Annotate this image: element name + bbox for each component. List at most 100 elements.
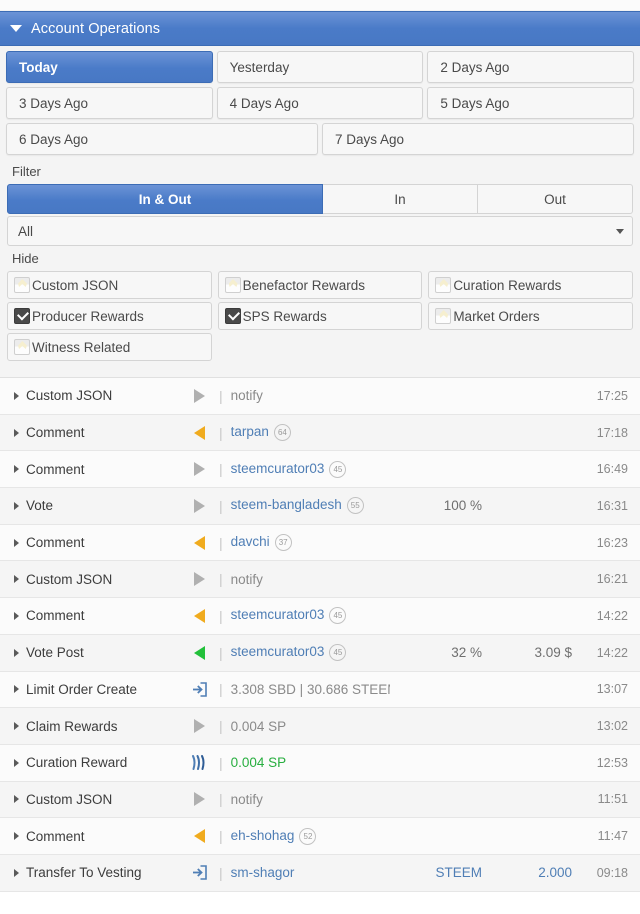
day-button-4-days-ago[interactable]: 4 Days Ago [216,87,424,119]
operation-detail-text: davchi [230,534,270,550]
expand-caret-icon[interactable] [14,428,19,437]
arrow-right-gray-icon [186,462,212,477]
hide-chip-custom-json[interactable]: Custom JSON [7,271,212,299]
expand-caret-icon[interactable] [14,391,19,400]
arrow-right-gray-icon [186,719,212,734]
expand-caret-icon[interactable] [14,868,19,877]
operation-row[interactable]: Claim Rewards | 0.004 SP 13:02 [0,708,640,745]
operation-detail-text: notify [230,571,263,587]
counterparty-name[interactable]: steemcurator03 45 [231,607,390,625]
day-button-yesterday[interactable]: Yesterday [216,51,424,83]
counterparty-name[interactable]: tarpan 64 [231,424,390,442]
operation-row[interactable]: Comment | eh-shohag 52 11:47 [0,818,640,855]
operation-type-label: Transfer To Vesting [26,865,142,881]
hide-chip-label: Producer Rewards [32,308,144,324]
checkbox-checked-icon[interactable] [14,308,30,324]
day-button-label: Yesterday [229,59,290,75]
expand-caret-icon[interactable] [14,501,19,510]
hide-chip-label: Witness Related [32,339,131,355]
counterparty-name[interactable]: steemcurator03 45 [231,644,390,662]
operation-timestamp: 16:49 [596,462,628,477]
checkbox-unchecked-icon[interactable] [14,339,30,355]
direction-filter-out[interactable]: Out [478,184,633,214]
operation-row[interactable]: Vote Post | steemcurator03 45 32 % 3.09 $ 14:2… [0,634,640,672]
day-button-2-days-ago[interactable]: 2 Days Ago [427,51,634,83]
counterparty-name[interactable]: sm-shagor [231,865,390,880]
day-button-7-days-ago[interactable]: 7 Days Ago [322,123,634,155]
direction-filter-group: In & Out In Out [7,184,633,214]
operation-row[interactable]: Custom JSON | notify 17:25 [0,378,640,415]
operation-detail: notify [231,792,390,807]
operation-row[interactable]: Custom JSON | notify 16:21 [0,561,640,599]
operation-detail-text: 0.004 SP [230,755,287,771]
caret-down-icon[interactable] [10,25,22,32]
expand-caret-icon[interactable] [14,795,19,804]
expand-caret-icon[interactable] [14,758,19,767]
login-box-blue-icon [186,681,212,698]
direction-filter-in-out[interactable]: In & Out [7,184,323,214]
counterparty-name[interactable]: davchi 37 [230,534,390,552]
checkbox-unchecked-icon[interactable] [14,277,30,293]
row-separator: | [219,387,223,404]
hide-chip-curation-rewards[interactable]: Curation Rewards [428,271,633,299]
operation-row[interactable]: Comment | steemcurator03 45 16:49 [0,451,640,489]
operation-row[interactable]: Vote | steem-bangladesh 55 100 % 16:31 [0,488,640,525]
page-title: Account Operations [31,20,161,37]
operation-row[interactable]: Limit Order Create | 3.308 SBD | 30.686 ST… [0,671,640,709]
counterparty-name[interactable]: steemcurator03 45 [231,460,390,478]
operation-timestamp: 14:22 [596,645,628,660]
operation-type-label: Comment [26,608,85,624]
expand-caret-icon[interactable] [14,648,19,657]
operation-type-select[interactable]: All [7,216,633,246]
day-button-5-days-ago[interactable]: 5 Days Ago [427,87,634,119]
expand-caret-icon[interactable] [14,832,19,841]
operation-row[interactable]: Comment | tarpan 64 17:18 [0,414,640,452]
expand-caret-icon[interactable] [14,685,19,694]
login-box-blue-icon [186,864,212,881]
operation-timestamp: 09:18 [596,865,628,880]
filter-label: Filter [12,164,41,179]
row-separator: | [219,497,223,514]
checkbox-checked-icon[interactable] [224,308,241,324]
hide-chip-market-orders[interactable]: Market Orders [428,302,633,330]
hide-label: Hide [12,251,39,266]
row-separator: | [219,534,223,551]
hide-chip-sps-rewards[interactable]: SPS Rewards [217,302,423,330]
expand-caret-icon[interactable] [14,538,19,547]
day-button-6-days-ago[interactable]: 6 Days Ago [6,123,318,155]
day-button-3-days-ago[interactable]: 3 Days Ago [6,87,213,119]
operation-value-primary: 100 % [443,498,482,514]
operation-row[interactable]: Comment | davchi 37 16:23 [0,524,640,562]
operation-row[interactable]: Comment | steemcurator03 45 14:22 [0,598,640,635]
counterparty-name[interactable]: steem-bangladesh 55 [231,497,390,515]
operation-detail: 0.004 SP [231,755,390,770]
expand-caret-icon[interactable] [14,465,19,474]
checkbox-unchecked-icon[interactable] [435,308,452,324]
operation-row[interactable]: Transfer To Vesting | sm-shagor STEEM 2.000 0… [0,854,640,892]
hide-chip-witness-related[interactable]: Witness Related [7,333,212,361]
checkbox-unchecked-icon[interactable] [224,277,241,293]
operation-value-secondary: 2.000 [538,865,572,881]
operation-detail-text: eh-shohag [230,827,295,843]
arrow-right-gray-icon [186,792,212,807]
operation-timestamp: 11:51 [597,792,628,807]
section-divider [0,369,640,378]
counterparty-name[interactable]: eh-shohag 52 [230,827,390,845]
expand-caret-icon[interactable] [14,611,19,620]
panel-header[interactable]: Account Operations [0,11,640,46]
operation-type-label: Claim Rewards [26,718,118,734]
direction-filter-label: In & Out [138,191,192,207]
hide-chip-producer-rewards[interactable]: Producer Rewards [7,302,212,330]
controls-section: Today Yesterday 2 Days Ago 3 Days Ago 4 Days… [0,46,640,369]
hide-chip-label: Custom JSON [32,277,119,293]
hide-chip-benefactor-rewards[interactable]: Benefactor Rewards [217,271,423,299]
operation-row[interactable]: Custom JSON | notify 11:51 [0,781,640,819]
direction-filter-in[interactable]: In [323,184,478,214]
expand-caret-icon[interactable] [14,575,19,584]
operation-detail-text: notify [230,388,263,404]
day-button-today[interactable]: Today [6,51,213,83]
operation-row[interactable]: Curation Reward | 0.004 SP 12:53 [0,744,640,782]
expand-caret-icon[interactable] [14,722,19,731]
arrow-left-orange-icon [186,608,212,623]
checkbox-unchecked-icon[interactable] [435,277,452,293]
